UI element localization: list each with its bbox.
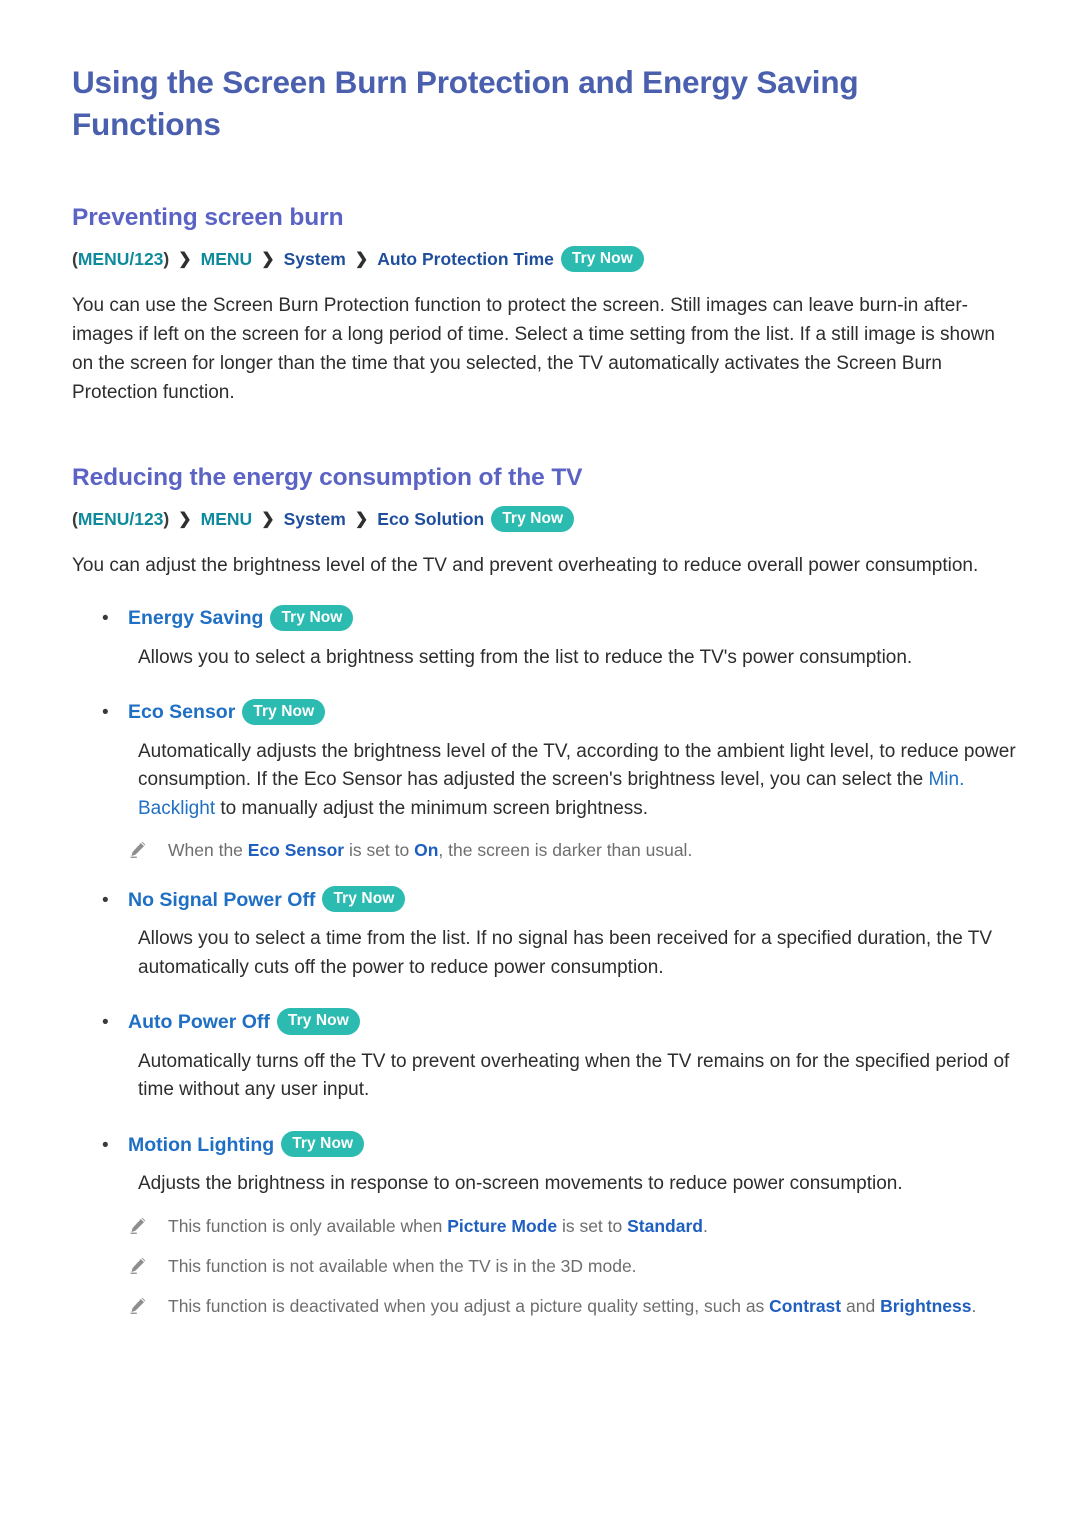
menu-path-eco-solution: (MENU/123) ❯ MENU ❯ System ❯ Eco Solutio… [72, 505, 1018, 534]
pencil-icon [128, 1253, 168, 1275]
menu-path-auto-protection-time: (MENU/123) ❯ MENU ❯ System ❯ Auto Protec… [72, 245, 1018, 274]
note-term-picture-mode: Picture Mode [447, 1215, 558, 1236]
menu-node-menu[interactable]: MENU [201, 507, 253, 532]
note-text: This function is deactivated when you ad… [168, 1293, 976, 1319]
bullet-dot-icon [72, 699, 128, 728]
note-text: When the Eco Sensor is set to On, the sc… [168, 837, 692, 863]
bullet-description-auto-power-off: Automatically turns off the TV to preven… [138, 1050, 1010, 1101]
bullet-dot-icon [72, 1132, 128, 1161]
chevron-right-icon: ❯ [261, 510, 275, 528]
bullet-label-text: Energy Saving [128, 607, 264, 630]
bullet-label-eco-sensor[interactable]: Eco Sensor Try Now [128, 698, 326, 727]
chevron-right-icon: ❯ [261, 250, 275, 268]
note-part1: This function is only available when [168, 1215, 448, 1236]
note-text: This function is only available when Pic… [168, 1213, 708, 1239]
note-term-eco-sensor: Eco Sensor [247, 840, 345, 861]
note-part2: and [841, 1296, 881, 1316]
bullet-label-energy-saving[interactable]: Energy Saving Try Now [128, 604, 354, 633]
bullet-label-no-signal-power-off[interactable]: No Signal Power Off Try Now [128, 885, 406, 915]
section-heading-reducing-energy-consumption: Reducing the energy consumption of the T… [72, 464, 583, 492]
try-now-badge[interactable]: Try Now [560, 245, 644, 273]
menu-node-auto-protection-time[interactable]: Auto Protection Time [377, 247, 554, 272]
try-now-badge[interactable]: Try Now [270, 604, 354, 632]
desc-text-part1: Automatically adjusts the brightness lev… [138, 740, 1016, 791]
list-item[interactable]: Eco Sensor Try Now [72, 698, 1018, 728]
try-now-badge[interactable]: Try Now [276, 1008, 360, 1035]
section-paragraph-preventing-screen-burn: You can use the Screen Burn Protection f… [72, 295, 995, 404]
list-item[interactable]: Motion Lighting Try Now [72, 1130, 1018, 1161]
note-part3: . [971, 1296, 977, 1316]
note-motion-lighting-3d-mode: This function is not available when the … [72, 1253, 1018, 1279]
note-motion-lighting-picture-mode: This function is only available when Pic… [72, 1213, 1018, 1239]
note-part3: . [702, 1215, 708, 1236]
menu-node-system[interactable]: System [284, 247, 346, 272]
menu-node-eco-solution[interactable]: Eco Solution [377, 507, 484, 532]
bullet-description-no-signal-power-off: Allows you to select a time from the lis… [138, 928, 993, 978]
chevron-right-icon: ❯ [178, 250, 192, 268]
menu-node-system[interactable]: System [284, 507, 346, 532]
try-now-badge[interactable]: Try Now [322, 885, 406, 913]
note-part2: is set to [344, 840, 415, 861]
try-now-badge[interactable]: Try Now [281, 1130, 365, 1158]
bullet-dot-icon [72, 887, 128, 916]
note-eco-sensor: When the Eco Sensor is set to On, the sc… [72, 837, 1018, 863]
chevron-right-icon: ❯ [354, 250, 369, 268]
bullet-description-energy-saving: Allows you to select a brightness settin… [138, 646, 913, 668]
bullet-dot-icon [72, 605, 128, 634]
list-item[interactable]: Energy Saving Try Now [72, 604, 1018, 634]
try-now-badge[interactable]: Try Now [242, 698, 326, 726]
note-part1: This function is deactivated when you ad… [168, 1296, 770, 1316]
eco-solution-options-list: Energy Saving Try Now Allows you to sele… [72, 604, 1018, 1319]
menu-node-menu[interactable]: MENU [201, 247, 253, 272]
bullet-label-text: No Signal Power Off [128, 888, 316, 911]
chevron-right-icon: ❯ [178, 510, 192, 528]
menu-key-button[interactable]: MENU/123 [78, 507, 164, 532]
try-now-badge[interactable]: Try Now [491, 505, 575, 533]
section-paragraph-reducing-energy-consumption: You can adjust the brightness level of t… [72, 555, 979, 577]
note-term-on: On [414, 840, 439, 861]
note-text: This function is not available when the … [168, 1255, 637, 1276]
page-title: Using the Screen Burn Protection and Ene… [72, 64, 859, 142]
pencil-icon [128, 1213, 168, 1235]
document-page: Using the Screen Burn Protection and Ene… [0, 0, 1080, 1527]
bullet-description-motion-lighting: Adjusts the brightness in response to on… [138, 1173, 903, 1194]
bullet-label-auto-power-off[interactable]: Auto Power Off Try Now [128, 1008, 360, 1037]
bullet-label-text: Auto Power Off [128, 1011, 270, 1033]
note-term-contrast: Contrast [769, 1296, 842, 1316]
pencil-icon [128, 837, 168, 859]
list-item[interactable]: No Signal Power Off Try Now [72, 885, 1018, 916]
menu-key-button[interactable]: MENU/123 [78, 247, 164, 272]
note-term-brightness: Brightness [880, 1296, 972, 1316]
pencil-icon [128, 1293, 168, 1315]
note-term-standard: Standard [627, 1215, 703, 1236]
list-item[interactable]: Auto Power Off Try Now [72, 1008, 1018, 1038]
bullet-label-text: Motion Lighting [128, 1133, 275, 1156]
bullet-description-eco-sensor: Automatically adjusts the brightness lev… [72, 738, 1018, 824]
bullet-label-text: Eco Sensor [128, 701, 236, 724]
chevron-right-icon: ❯ [354, 510, 369, 528]
note-motion-lighting-picture-quality: This function is deactivated when you ad… [72, 1293, 1018, 1319]
note-part1: When the [168, 840, 248, 861]
desc-text-part2: to manually adjust the minimum screen br… [215, 797, 649, 819]
bullet-label-motion-lighting[interactable]: Motion Lighting Try Now [128, 1130, 365, 1160]
note-part3: , the screen is darker than usual. [438, 840, 693, 861]
section-heading-preventing-screen-burn: Preventing screen burn [72, 204, 344, 232]
note-part2: is set to [557, 1215, 628, 1236]
bullet-dot-icon [72, 1009, 128, 1038]
